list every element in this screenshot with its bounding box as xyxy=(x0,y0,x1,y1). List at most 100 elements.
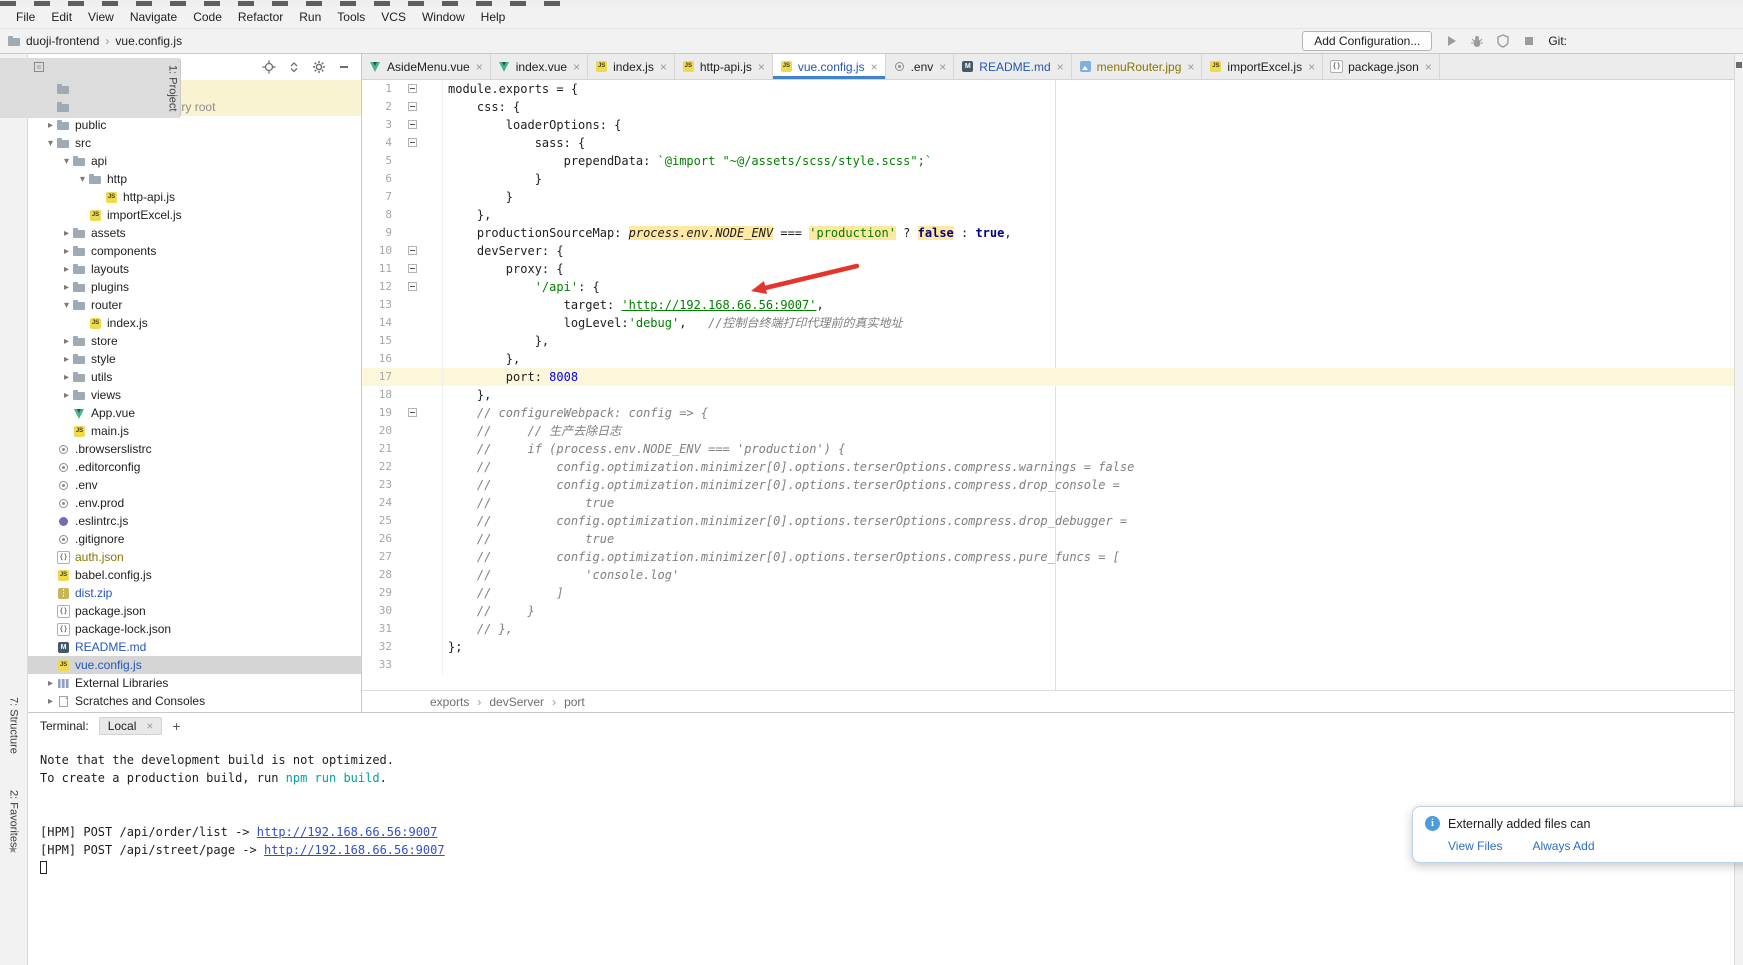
tree-item[interactable]: ▸plugins xyxy=(28,278,361,296)
editor-tab[interactable]: package.json× xyxy=(1323,54,1440,79)
debug-icon[interactable] xyxy=(1470,34,1484,48)
code-line[interactable]: 12 '/api': { xyxy=(362,278,1743,296)
fold-icon[interactable] xyxy=(408,138,417,147)
code-line[interactable]: 8 }, xyxy=(362,206,1743,224)
menu-view[interactable]: View xyxy=(80,7,122,28)
code-line[interactable]: 28 // 'console.log' xyxy=(362,566,1743,584)
coverage-icon[interactable] xyxy=(1496,34,1510,48)
tree-item[interactable]: http-api.js xyxy=(28,188,361,206)
code-line[interactable]: 3 loaderOptions: { xyxy=(362,116,1743,134)
code-line[interactable]: 18 }, xyxy=(362,386,1743,404)
code-line[interactable]: 13 target: 'http://192.168.66.56:9007', xyxy=(362,296,1743,314)
fold-icon[interactable] xyxy=(408,408,417,417)
tree-item[interactable]: ▾api xyxy=(28,152,361,170)
code-line[interactable]: 27 // config.optimization.minimizer[0].o… xyxy=(362,548,1743,566)
editor-tab[interactable]: vue.config.js× xyxy=(773,54,886,79)
code-editor[interactable]: 1module.exports = {2 css: {3 loaderOptio… xyxy=(362,80,1743,690)
code-line[interactable]: 30 // } xyxy=(362,602,1743,620)
code-line[interactable]: 10 devServer: { xyxy=(362,242,1743,260)
tree-item[interactable]: ▸style xyxy=(28,350,361,368)
tree-item[interactable]: ▸assets xyxy=(28,224,361,242)
run-icon[interactable] xyxy=(1444,34,1458,48)
fold-icon[interactable] xyxy=(408,102,417,111)
code-line[interactable]: 1module.exports = { xyxy=(362,80,1743,98)
breadcrumb-file[interactable]: vue.config.js xyxy=(115,34,182,48)
tree-item[interactable]: index.js xyxy=(28,314,361,332)
code-line[interactable]: 9 productionSourceMap: process.env.NODE_… xyxy=(362,224,1743,242)
fold-icon[interactable] xyxy=(408,264,417,273)
fold-icon[interactable] xyxy=(408,282,417,291)
chevron-closed-icon[interactable]: ▸ xyxy=(60,246,73,257)
tree-item[interactable]: ▸components xyxy=(28,242,361,260)
code-line[interactable]: 22 // config.optimization.minimizer[0].o… xyxy=(362,458,1743,476)
tree-item[interactable]: ▸Scratches and Consoles xyxy=(28,692,361,710)
code-line[interactable]: 15 }, xyxy=(362,332,1743,350)
tree-item[interactable]: babel.config.js xyxy=(28,566,361,584)
notification-action-always-add[interactable]: Always Add xyxy=(1532,839,1594,853)
code-line[interactable]: 16 }, xyxy=(362,350,1743,368)
close-icon[interactable]: × xyxy=(1308,60,1315,74)
chevron-closed-icon[interactable]: ▸ xyxy=(60,228,73,239)
tree-item[interactable]: package-lock.json xyxy=(28,620,361,638)
editor-tab[interactable]: .env× xyxy=(886,54,955,79)
menu-help[interactable]: Help xyxy=(473,7,514,28)
menu-edit[interactable]: Edit xyxy=(43,7,80,28)
tree-item[interactable]: .env.prod xyxy=(28,494,361,512)
tree-item[interactable]: dist.zip xyxy=(28,584,361,602)
chevron-closed-icon[interactable]: ▸ xyxy=(60,372,73,383)
menu-vcs[interactable]: VCS xyxy=(373,7,414,28)
tree-item[interactable]: .editorconfig xyxy=(28,458,361,476)
code-line[interactable]: 25 // config.optimization.minimizer[0].o… xyxy=(362,512,1743,530)
tree-item[interactable]: ▾src xyxy=(28,134,361,152)
code-line[interactable]: 4 sass: { xyxy=(362,134,1743,152)
code-line[interactable]: 20 // // 生产去除日志 xyxy=(362,422,1743,440)
tool-window-icon[interactable] xyxy=(1736,62,1742,68)
code-line[interactable]: 26 // true xyxy=(362,530,1743,548)
tree-item[interactable]: vue.config.js xyxy=(28,656,361,674)
chevron-closed-icon[interactable]: ▸ xyxy=(60,390,73,401)
code-line[interactable]: 2 css: { xyxy=(362,98,1743,116)
menu-run[interactable]: Run xyxy=(291,7,329,28)
git-label[interactable]: Git: xyxy=(1548,34,1567,48)
code-line[interactable]: 17 port: 8008 xyxy=(362,368,1743,386)
close-icon[interactable]: × xyxy=(1425,60,1432,74)
editor-tab[interactable]: index.vue× xyxy=(491,54,588,79)
code-line[interactable]: 24 // true xyxy=(362,494,1743,512)
tool-button-structure[interactable]: 7: Structure xyxy=(8,697,20,754)
code-line[interactable]: 23 // config.optimization.minimizer[0].o… xyxy=(362,476,1743,494)
close-icon[interactable]: × xyxy=(871,60,878,74)
fold-icon[interactable] xyxy=(408,120,417,129)
code-line[interactable]: 7 } xyxy=(362,188,1743,206)
chevron-open-icon[interactable]: ▾ xyxy=(60,156,73,167)
chevron-open-icon[interactable]: ▾ xyxy=(76,174,89,185)
menu-file[interactable]: File xyxy=(8,7,43,28)
close-icon[interactable]: × xyxy=(660,60,667,74)
tree-item[interactable]: ▸views xyxy=(28,386,361,404)
close-icon[interactable]: × xyxy=(1187,60,1194,74)
editor-tab[interactable]: AsideMenu.vue× xyxy=(362,54,491,79)
breadcrumb-devServer[interactable]: devServer xyxy=(489,695,544,709)
tree-item[interactable]: ▸utils xyxy=(28,368,361,386)
new-terminal-button[interactable]: + xyxy=(172,718,180,734)
code-line[interactable]: 6 } xyxy=(362,170,1743,188)
tree-item[interactable]: .gitignore xyxy=(28,530,361,548)
code-line[interactable]: 21 // if (process.env.NODE_ENV === 'prod… xyxy=(362,440,1743,458)
close-icon[interactable]: × xyxy=(1057,60,1064,74)
menu-window[interactable]: Window xyxy=(414,7,473,28)
editor-tab[interactable]: http-api.js× xyxy=(675,54,773,79)
close-icon[interactable]: × xyxy=(573,60,580,74)
tool-button-project[interactable]: 1: Project xyxy=(0,58,181,118)
close-icon[interactable]: × xyxy=(146,719,153,733)
fold-icon[interactable] xyxy=(408,84,417,93)
tree-item[interactable]: main.js xyxy=(28,422,361,440)
tree-item[interactable]: ▾router xyxy=(28,296,361,314)
chevron-closed-icon[interactable]: ▸ xyxy=(60,282,73,293)
tree-item[interactable]: importExcel.js xyxy=(28,206,361,224)
code-line[interactable]: 19 // configureWebpack: config => { xyxy=(362,404,1743,422)
tool-button-favorites[interactable]: 2: Favorites xyxy=(8,790,20,847)
menu-tools[interactable]: Tools xyxy=(329,7,373,28)
close-icon[interactable]: × xyxy=(476,60,483,74)
tree-item[interactable]: package.json xyxy=(28,602,361,620)
breadcrumb-project[interactable]: duoji-frontend xyxy=(26,34,99,48)
close-icon[interactable]: × xyxy=(758,60,765,74)
